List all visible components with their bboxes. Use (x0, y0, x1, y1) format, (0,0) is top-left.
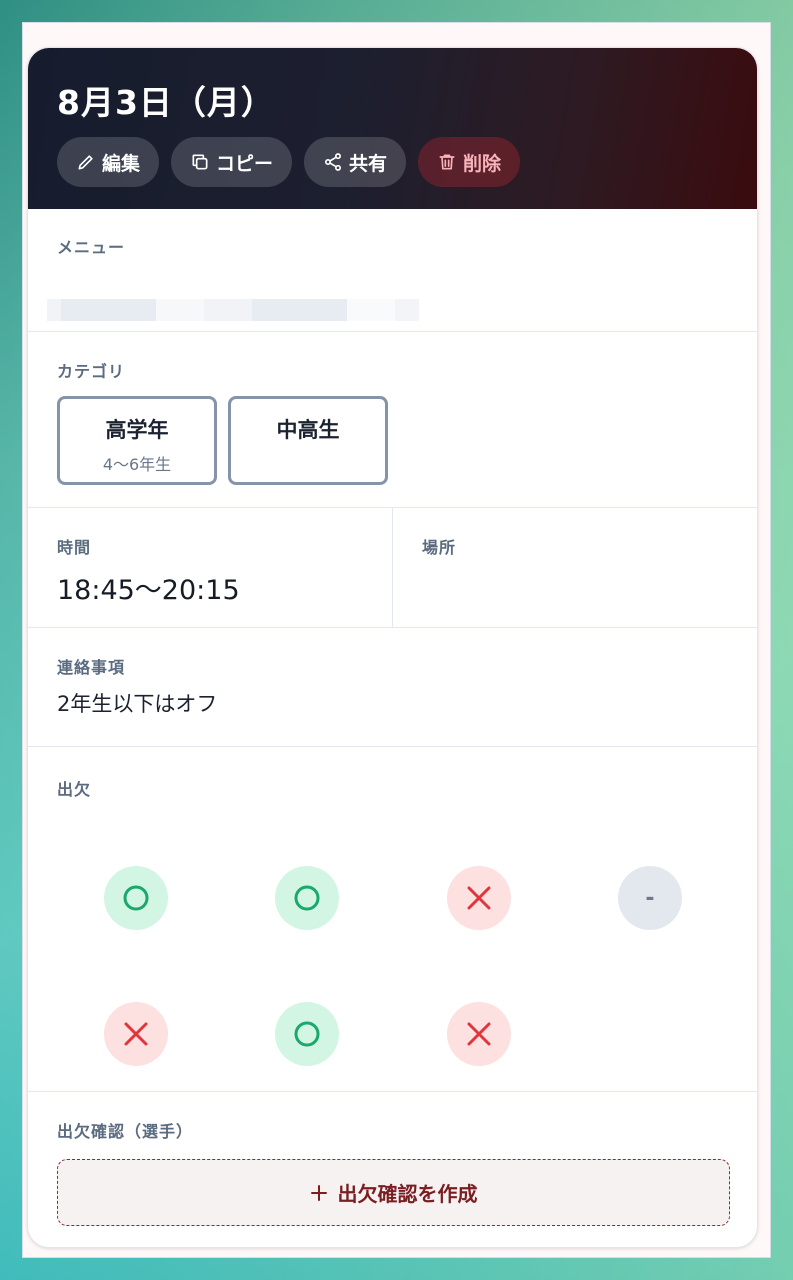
category-section: カテゴリ 高学年 4〜6年生 中高生 (28, 331, 757, 507)
attendance-status-unanswered[interactable]: - (618, 866, 682, 930)
place-label: 場所 (422, 538, 457, 557)
time-label: 時間 (57, 538, 92, 557)
delete-label: 削除 (463, 152, 502, 175)
attendance-status-absent[interactable] (447, 866, 511, 930)
share-icon (325, 153, 342, 171)
attendance-status-absent[interactable] (104, 1002, 168, 1066)
menu-section: メニュー (28, 209, 757, 331)
notice-label: 連絡事項 (57, 658, 126, 677)
attendance-section: 出欠 - (28, 746, 757, 1091)
category-chip-name: 中高生 (276, 418, 340, 442)
plus-icon (310, 1184, 327, 1201)
pencil-icon (78, 155, 93, 170)
time-place-section: 時間 18:45〜20:15 場所 (28, 507, 757, 627)
event-detail-card: 8月3日（月） 編集 コピー 共有 削除 メニュー カテゴリ 高学年 4〜6年生… (27, 47, 758, 1248)
circle-mark-icon (294, 885, 320, 911)
notice-text: 2年生以下はオフ (57, 692, 218, 716)
edit-label: 編集 (102, 152, 141, 175)
cross-mark-icon (467, 886, 491, 910)
attendance-label: 出欠 (57, 780, 92, 799)
edit-button[interactable]: 編集 (57, 137, 160, 187)
copy-icon (192, 154, 208, 170)
event-date-title: 8月3日（月） (57, 83, 275, 122)
notice-section: 連絡事項 2年生以下はオフ (28, 627, 757, 746)
menu-label: メニュー (57, 238, 126, 257)
attendance-confirm-section: 出欠確認（選手） 出欠確認を作成 (28, 1091, 757, 1247)
trash-icon (439, 154, 455, 170)
copy-label: コピー (216, 152, 274, 175)
attendance-status-present[interactable] (104, 866, 168, 930)
attendance-confirm-label: 出欠確認（選手） (57, 1122, 194, 1141)
menu-content-placeholder (47, 299, 419, 321)
action-bar: 編集 コピー 共有 削除 (57, 137, 521, 187)
copy-button[interactable]: コピー (171, 137, 293, 187)
column-divider (392, 508, 393, 627)
attendance-status-present[interactable] (275, 866, 339, 930)
create-button-label: 出欠確認を作成 (337, 1182, 478, 1206)
category-chip-name: 高学年 (105, 418, 169, 442)
create-attendance-confirm-button[interactable]: 出欠確認を作成 (57, 1159, 730, 1226)
time-value: 18:45〜20:15 (57, 575, 240, 606)
attendance-status-present[interactable] (275, 1002, 339, 1066)
event-header: 8月3日（月） 編集 コピー 共有 削除 (28, 48, 757, 209)
share-label: 共有 (349, 152, 388, 175)
cross-mark-icon (467, 1022, 491, 1046)
circle-mark-icon (294, 1021, 320, 1047)
category-label: カテゴリ (57, 362, 126, 381)
attendance-status-absent[interactable] (447, 1002, 511, 1066)
category-chip-subtitle: 4〜6年生 (102, 455, 172, 474)
cross-mark-icon (124, 1022, 148, 1046)
category-chip-junior-senior-high[interactable]: 中高生 (228, 396, 388, 485)
dash-mark: - (645, 885, 655, 911)
share-button[interactable]: 共有 (304, 137, 407, 187)
circle-mark-icon (123, 885, 149, 911)
category-chip-upper-grades[interactable]: 高学年 4〜6年生 (57, 396, 217, 485)
delete-button[interactable]: 削除 (418, 137, 521, 187)
